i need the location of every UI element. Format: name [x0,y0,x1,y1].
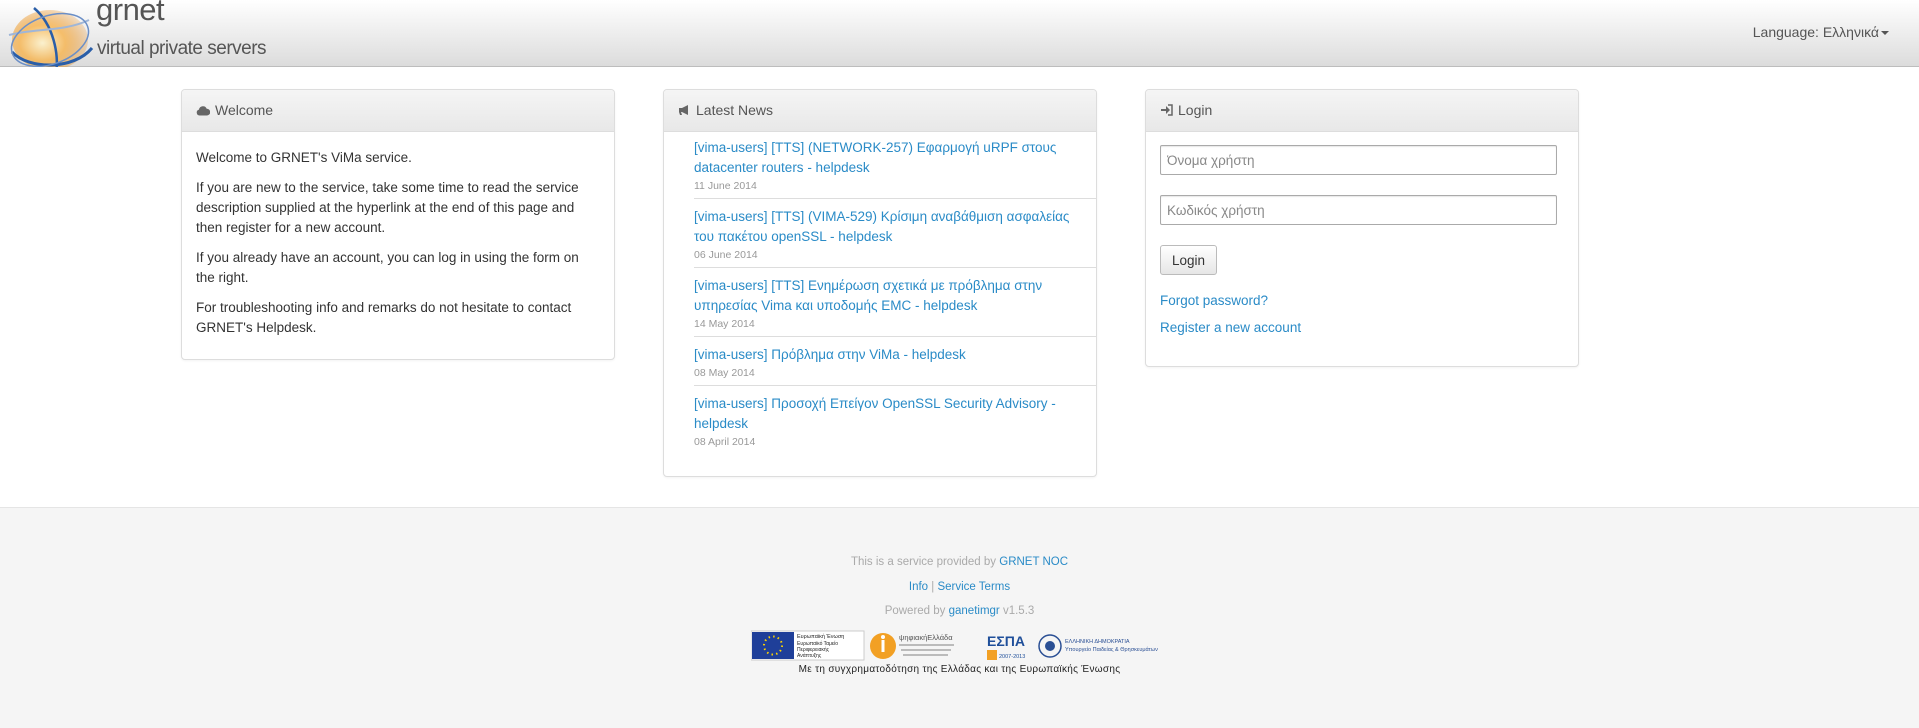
eu-line: Ευρωπαϊκό Ταμείο [797,640,838,647]
news-date: 06 June 2014 [694,249,758,261]
news-list: [vima-users] [TTS] (NETWORK-257) Εφαρμογ… [664,132,1096,454]
login-panel: Login Login Forgot password? Register a … [1145,89,1579,367]
bullhorn-icon [679,105,688,115]
version-text: v1.5.3 [1002,605,1035,617]
grnet-noc-link[interactable]: GRNET NOC [999,556,1068,568]
news-title: Latest News [696,102,774,118]
espa-label: ΕΣΠΑ [987,633,1025,649]
username-input[interactable] [1160,145,1557,175]
footer-powered: Powered by ganetimgr v1.5.3 [0,605,1919,617]
news-item: [vima-users] [TTS] Ενημέρωση σχετικά με … [694,276,1096,337]
footer-links: Info | Service Terms [0,581,1919,593]
brand-subtitle: virtual private servers [97,38,267,59]
news-link[interactable]: [vima-users] Πρόβλημα στην ViMa - helpde… [694,345,1088,365]
eu-flag-logo: Ευρωπαϊκή Ένωση Ευρωπαϊκό Ταμείο Περιφερ… [751,630,865,661]
language-label: Language: [1752,24,1819,40]
footer-provided-prefix: This is a service provided by [850,556,997,568]
login-title: Login [1178,102,1213,118]
service-terms-link[interactable]: Service Terms [937,581,1010,593]
cloud-icon [196,106,211,116]
language-dropdown[interactable]: Language: Ελληνικά [1753,24,1889,40]
news-date: 11 June 2014 [694,180,757,192]
eu-line: Ανάπτυξης [797,652,822,659]
ministry-line: Υπουργείο Παιδείας & Θρησκευμάτων [1065,646,1158,653]
news-item: [vima-users] [TTS] (NETWORK-257) Εφαρμογ… [694,138,1096,199]
news-link[interactable]: [vima-users] [TTS] Ενημέρωση σχετικά με … [694,276,1088,316]
brand-name: grnet [96,0,165,27]
footer-separator: | [931,581,935,593]
grnet-logo-icon[interactable] [4,0,94,76]
news-link[interactable]: [vima-users] [TTS] (VIMA-529) Κρίσιμη αν… [694,207,1088,247]
espa-logo: ΕΣΠΑ 2007-2013 [987,633,1025,660]
powered-prefix: Powered by [884,605,946,617]
news-date: 14 May 2014 [694,318,755,330]
welcome-panel-heading: Welcome [182,90,614,132]
info-link[interactable]: Info [909,581,928,593]
ganetimgr-link[interactable]: ganetimgr [949,605,1000,617]
login-panel-heading: Login [1146,90,1578,132]
welcome-paragraph: For troubleshooting info and remarks do … [196,300,572,335]
sign-in-icon [1161,104,1173,116]
sponsor-logos: Ευρωπαϊκή Ένωση Ευρωπαϊκό Ταμείο Περιφερ… [751,630,1158,661]
espa-years: 2007-2013 [999,654,1025,660]
welcome-paragraph: If you are new to the service, take some… [196,180,579,235]
eu-line: Περιφερειακής [797,646,830,653]
welcome-paragraph: If you already have an account, you can … [196,250,579,285]
news-item: [vima-users] Προσοχή Επείγον OpenSSL Sec… [694,394,1096,454]
welcome-title: Welcome [215,102,274,118]
login-button[interactable]: Login [1160,245,1218,275]
digital-greece-label: ψηφιακήΕλλάδα [899,633,953,642]
language-value: Ελληνικά [1822,24,1879,40]
password-input[interactable] [1160,195,1557,225]
news-link[interactable]: [vima-users] [TTS] (NETWORK-257) Εφαρμογ… [694,138,1088,178]
digital-greece-logo: ψηφιακήΕλλάδα [870,633,954,659]
caret-down-icon [1881,31,1889,36]
register-link[interactable]: Register a new account [1160,320,1564,335]
cofunding-caption: Με τη συγχρηματοδότηση της Ελλάδας και τ… [798,664,1121,675]
news-item: [vima-users] [TTS] (VIMA-529) Κρίσιμη αν… [694,207,1096,268]
forgot-password-link[interactable]: Forgot password? [1160,293,1564,308]
main-content: Welcome Welcome to GRNET's ViMa service.… [0,67,1919,508]
footer-provided: This is a service provided by GRNET NOC [0,556,1919,568]
news-panel-heading: Latest News [664,90,1096,132]
welcome-paragraph: Welcome to GRNET's ViMa service. [196,150,412,165]
eu-line: Ευρωπαϊκή Ένωση [797,633,844,640]
ministry-logo: ΕΛΛΗΝΙΚΗ ΔΗΜΟΚΡΑΤΙΑ Υπουργείο Παιδείας &… [1038,634,1158,658]
news-item: [vima-users] Πρόβλημα στην ViMa - helpde… [694,345,1096,386]
ministry-line: ΕΛΛΗΝΙΚΗ ΔΗΜΟΚΡΑΤΙΑ [1065,639,1130,645]
news-date: 08 April 2014 [694,436,756,448]
welcome-panel: Welcome Welcome to GRNET's ViMa service.… [181,89,615,360]
top-navbar: grnet virtual private servers Language: … [0,0,1919,75]
news-date: 08 May 2014 [694,367,755,379]
news-link[interactable]: [vima-users] Προσοχή Επείγον OpenSSL Sec… [694,394,1088,434]
news-panel: Latest News [vima-users] [TTS] (NETWORK-… [663,89,1097,477]
